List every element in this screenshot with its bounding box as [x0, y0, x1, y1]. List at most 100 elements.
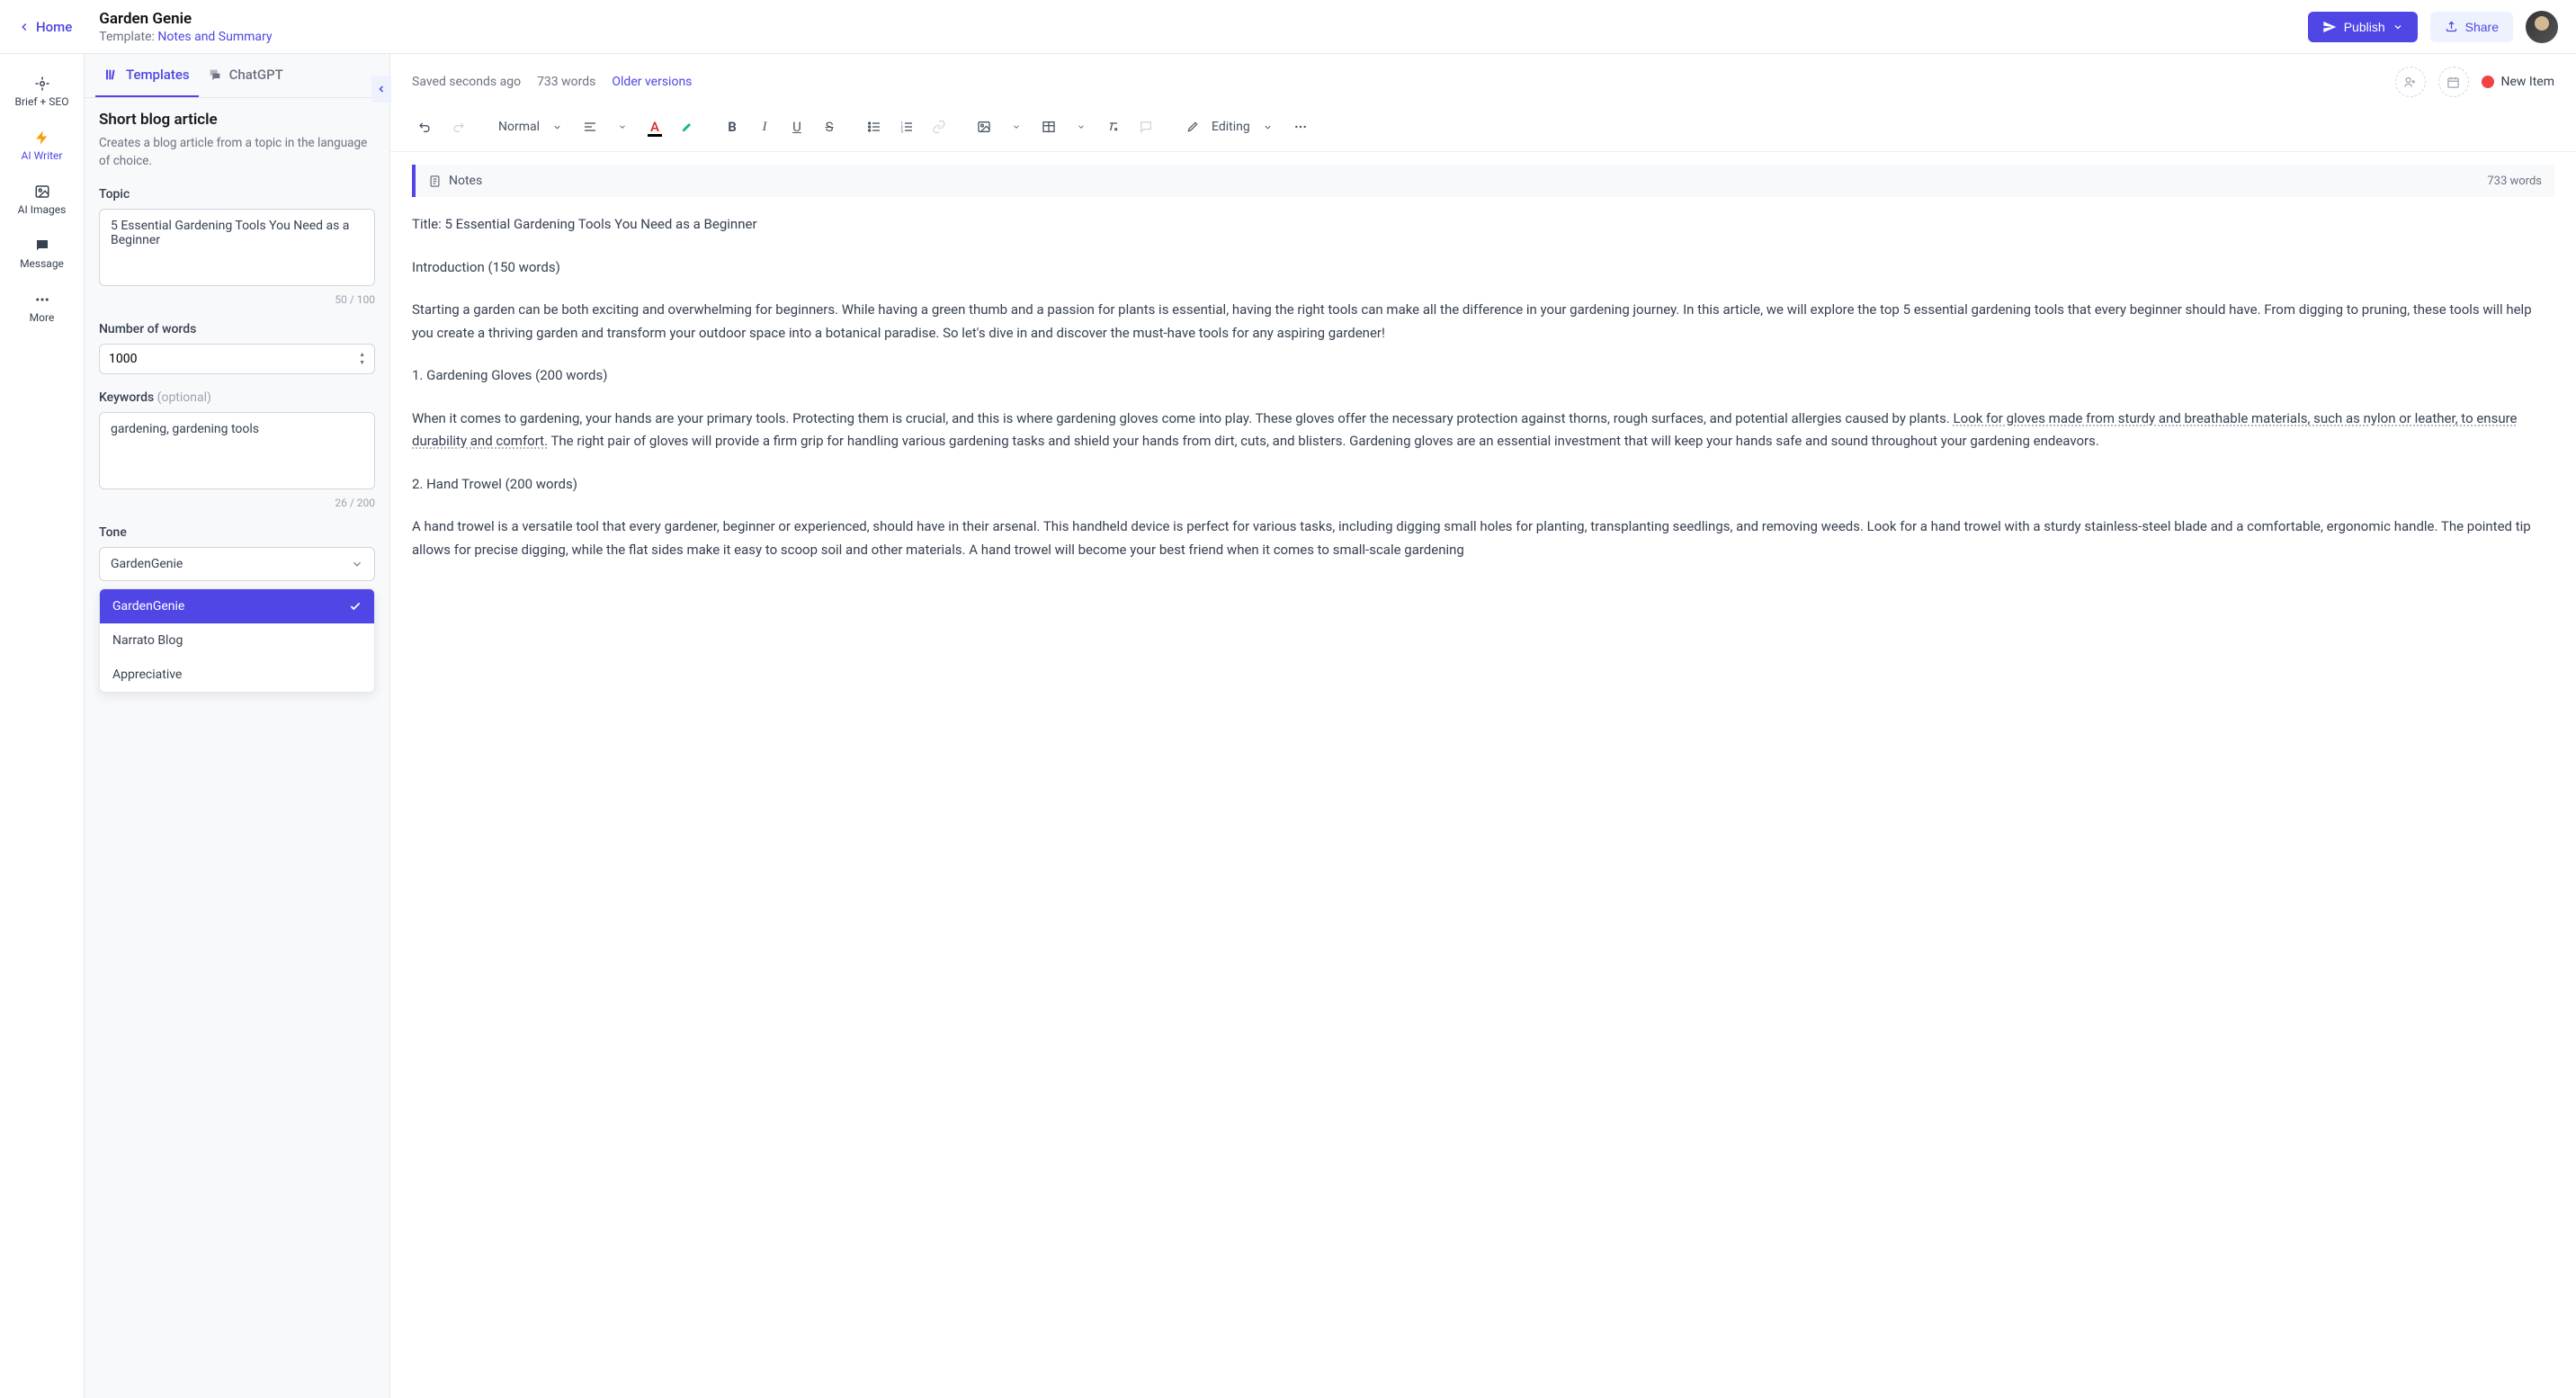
document-body[interactable]: Title: 5 Essential Gardening Tools You N…	[390, 197, 2576, 1398]
home-link[interactable]: Home	[18, 19, 72, 35]
italic-icon: I	[763, 120, 767, 135]
collapse-panel-button[interactable]	[371, 76, 391, 103]
sidebar-item-message[interactable]: Message	[0, 227, 84, 281]
tone-option-narrato-blog[interactable]: Narrato Blog	[100, 623, 374, 658]
tab-templates[interactable]: Templates	[95, 54, 199, 97]
sidebar-label: Brief + SEO	[15, 95, 69, 108]
dots-icon	[34, 291, 50, 308]
template-prefix: Template:	[99, 30, 157, 44]
keywords-input[interactable]: gardening, gardening tools	[99, 412, 375, 489]
underline-button[interactable]: U	[783, 113, 810, 140]
panel-description: Creates a blog article from a topic in t…	[99, 134, 375, 171]
top-header: Home Garden Genie Template: Notes and Su…	[0, 0, 2576, 54]
clear-format-button[interactable]	[1100, 113, 1127, 140]
align-dropdown[interactable]	[609, 113, 636, 140]
image-icon	[34, 184, 50, 200]
stepper-down-icon[interactable]: ▼	[359, 360, 365, 366]
bold-button[interactable]: B	[719, 113, 746, 140]
link-button[interactable]	[926, 113, 953, 140]
quantity-stepper[interactable]: ▲ ▼	[359, 352, 365, 366]
dots-icon	[1293, 120, 1308, 134]
italic-button[interactable]: I	[751, 113, 778, 140]
check-icon	[349, 600, 362, 613]
table-button[interactable]	[1035, 113, 1062, 140]
text-color-button[interactable]: A	[641, 113, 668, 140]
style-select[interactable]: Normal	[489, 114, 571, 139]
older-versions-link[interactable]: Older versions	[612, 75, 692, 89]
numbered-list-button[interactable]: 123	[893, 113, 920, 140]
config-panel: Templates ChatGPT Short blog article Cre…	[85, 54, 390, 1398]
panel-tabs: Templates ChatGPT	[85, 54, 389, 98]
undo-icon	[418, 120, 433, 134]
tone-select[interactable]: GardenGenie	[99, 547, 375, 581]
add-collaborator-button[interactable]	[2395, 67, 2426, 97]
chat-bubbles-icon	[208, 67, 222, 82]
share-button[interactable]: Share	[2430, 12, 2513, 42]
sidebar-item-ai-images[interactable]: AI Images	[0, 173, 84, 227]
target-icon	[34, 76, 50, 92]
tab-label: Templates	[126, 67, 190, 83]
bold-icon: B	[728, 119, 737, 135]
notes-icon	[428, 175, 442, 188]
sidebar-label: More	[30, 311, 55, 324]
notes-header: Notes 733 words	[412, 165, 2554, 197]
stepper-up-icon[interactable]: ▲	[359, 352, 365, 358]
publish-button[interactable]: Publish	[2308, 12, 2418, 42]
header-actions: Publish Share	[2308, 11, 2558, 43]
comment-button[interactable]	[1132, 113, 1159, 140]
chevron-down-icon	[618, 122, 627, 131]
words-label: Number of words	[99, 322, 375, 336]
schedule-button[interactable]	[2438, 67, 2469, 97]
strikethrough-button[interactable]: S	[816, 113, 843, 140]
doc-text: When it comes to gardening, your hands a…	[412, 410, 1954, 426]
highlight-button[interactable]	[674, 113, 701, 140]
clear-format-icon	[1106, 120, 1121, 134]
panel-body: Short blog article Creates a blog articl…	[85, 98, 389, 1398]
mini-sidebar: Brief + SEO AI Writer AI Images Message …	[0, 54, 85, 1398]
table-icon	[1042, 120, 1056, 134]
align-button[interactable]	[577, 113, 604, 140]
keywords-label: Keywords (optional)	[99, 390, 375, 405]
word-count-top: 733 words	[537, 75, 595, 89]
new-item-status[interactable]: New Item	[2482, 75, 2555, 89]
list-bullet-icon	[867, 120, 881, 134]
tone-dropdown: GardenGenie Narrato Blog Appreciative	[99, 588, 375, 693]
image-dropdown[interactable]	[1003, 113, 1030, 140]
table-dropdown[interactable]	[1068, 113, 1095, 140]
sidebar-label: AI Images	[18, 203, 67, 216]
status-dot-icon	[2482, 76, 2494, 88]
editor-toolbar: Normal A B I U S	[390, 110, 2576, 152]
tone-option-appreciative[interactable]: Appreciative	[100, 658, 374, 692]
doc-title-line: Title: 5 Essential Gardening Tools You N…	[412, 213, 2554, 237]
field-topic: Topic 5 Essential Gardening Tools You Ne…	[99, 187, 375, 306]
words-input-wrap: ▲ ▼	[99, 344, 375, 374]
image-icon	[977, 120, 991, 134]
sidebar-label: Message	[20, 257, 64, 270]
tone-option-gardengenie[interactable]: GardenGenie	[100, 589, 374, 623]
undo-button[interactable]	[412, 113, 439, 140]
sidebar-item-ai-writer[interactable]: AI Writer	[0, 119, 84, 173]
sidebar-item-more[interactable]: More	[0, 281, 84, 335]
redo-button[interactable]	[444, 113, 471, 140]
editing-mode-select[interactable]: Editing	[1177, 114, 1282, 139]
text-color-icon: A	[650, 119, 659, 135]
more-toolbar-button[interactable]	[1287, 113, 1314, 140]
notes-word-count: 733 words	[2487, 175, 2542, 188]
comment-icon	[1139, 120, 1153, 134]
doc-intro-heading: Introduction (150 words)	[412, 256, 2554, 280]
template-link[interactable]: Notes and Summary	[157, 30, 272, 44]
home-text: Home	[36, 19, 72, 35]
image-button[interactable]	[970, 113, 997, 140]
align-left-icon	[583, 120, 597, 134]
chevron-down-icon	[552, 122, 562, 132]
topic-counter: 50 / 100	[99, 293, 375, 306]
bullet-list-button[interactable]	[861, 113, 888, 140]
sidebar-item-brief-seo[interactable]: Brief + SEO	[0, 65, 84, 119]
editing-label: Editing	[1212, 120, 1250, 134]
avatar[interactable]	[2526, 11, 2558, 43]
words-input[interactable]	[109, 352, 359, 366]
notes-label-wrap: Notes	[428, 174, 482, 188]
topic-input[interactable]: 5 Essential Gardening Tools You Need as …	[99, 209, 375, 286]
tab-chatgpt[interactable]: ChatGPT	[199, 54, 292, 97]
page-title: Garden Genie	[99, 10, 2307, 28]
